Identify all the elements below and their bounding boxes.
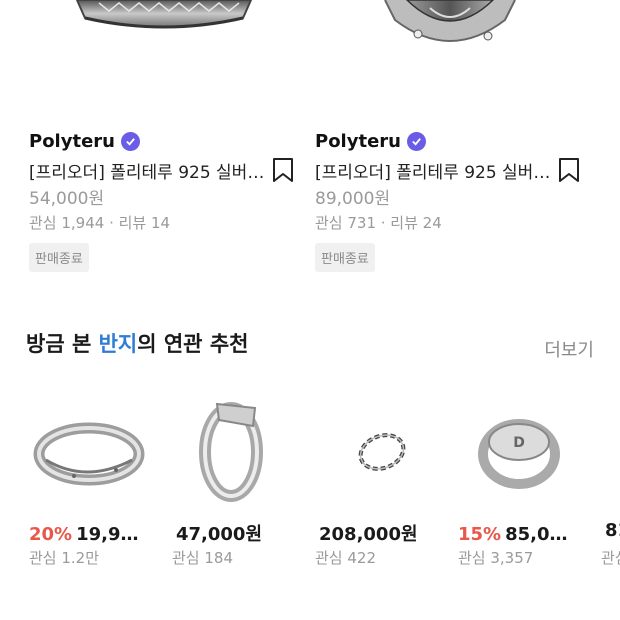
recommendation-stats: 관심 184 [172, 549, 233, 567]
product-image[interactable] [312, 390, 438, 508]
recommendation-price: 15%85,000원 [458, 524, 580, 545]
recommendation-stats: 관심 422 [315, 549, 376, 567]
recommendation-carousel[interactable]: 20%19,900원 관심 1.2만 47,000원 관심 184 208,00… [0, 390, 620, 580]
recommendation-stats: 관심 [601, 549, 620, 567]
product-image[interactable]: D [455, 390, 581, 508]
recommendation-price: 20%19,900원 [29, 524, 151, 545]
product-image[interactable] [169, 390, 295, 508]
brand-name[interactable]: Polyteru [315, 131, 426, 152]
brand-name[interactable]: Polyteru [29, 131, 140, 152]
product-image[interactable] [315, 0, 585, 70]
bookmark-icon[interactable] [271, 157, 295, 183]
recommendation-price: 208,000원 [319, 524, 418, 545]
product-stats: 관심 731 · 리뷰 24 [315, 214, 442, 232]
product-image[interactable] [29, 0, 299, 70]
status-badge: 판매종료 [29, 243, 89, 272]
verified-badge-icon [120, 132, 140, 151]
svg-text:D: D [513, 435, 525, 451]
recommendation-item[interactable]: 47,000원 관심 184 [169, 390, 295, 567]
recommendation-stats: 관심 3,357 [458, 549, 534, 567]
product-image[interactable] [598, 390, 620, 508]
recommendation-stats: 관심 1.2만 [29, 549, 100, 567]
product-price: 89,000원 [315, 189, 391, 209]
bookmark-icon[interactable] [557, 157, 581, 183]
recommendation-item[interactable]: 20%19,900원 관심 1.2만 [26, 390, 152, 567]
recommendation-price: 81 [605, 520, 620, 541]
recommendation-price: 47,000원 [176, 524, 263, 545]
recommendation-item[interactable]: 208,000원 관심 422 [312, 390, 438, 567]
product-stats: 관심 1,944 · 리뷰 14 [29, 214, 171, 232]
product-price: 54,000원 [29, 189, 105, 209]
product-title[interactable]: [프리오더] 폴리테루 925 실버 반지 [315, 158, 551, 183]
discount-rate: 20% [29, 524, 73, 545]
section-title: 방금 본 반지의 연관 추천 [26, 332, 249, 356]
status-badge: 판매종료 [315, 243, 375, 272]
discount-rate: 15% [458, 524, 502, 545]
product-grid: Polyteru [프리오더] 폴리테루 925 실버 반지 54,000원 관… [0, 0, 620, 290]
product-title[interactable]: [프리오더] 폴리테루 925 실버 반지 [29, 158, 265, 183]
more-link[interactable]: 더보기 [544, 336, 594, 362]
related-section-header: 방금 본 반지의 연관 추천 더보기 [26, 328, 594, 362]
product-image[interactable] [26, 390, 152, 508]
recommendation-item[interactable]: 81 관심 [598, 390, 620, 567]
verified-badge-icon [406, 132, 426, 151]
recommendation-item[interactable]: D 15%85,000원 관심 3,357 [455, 390, 581, 567]
section-title-keyword: 반지 [98, 332, 138, 356]
